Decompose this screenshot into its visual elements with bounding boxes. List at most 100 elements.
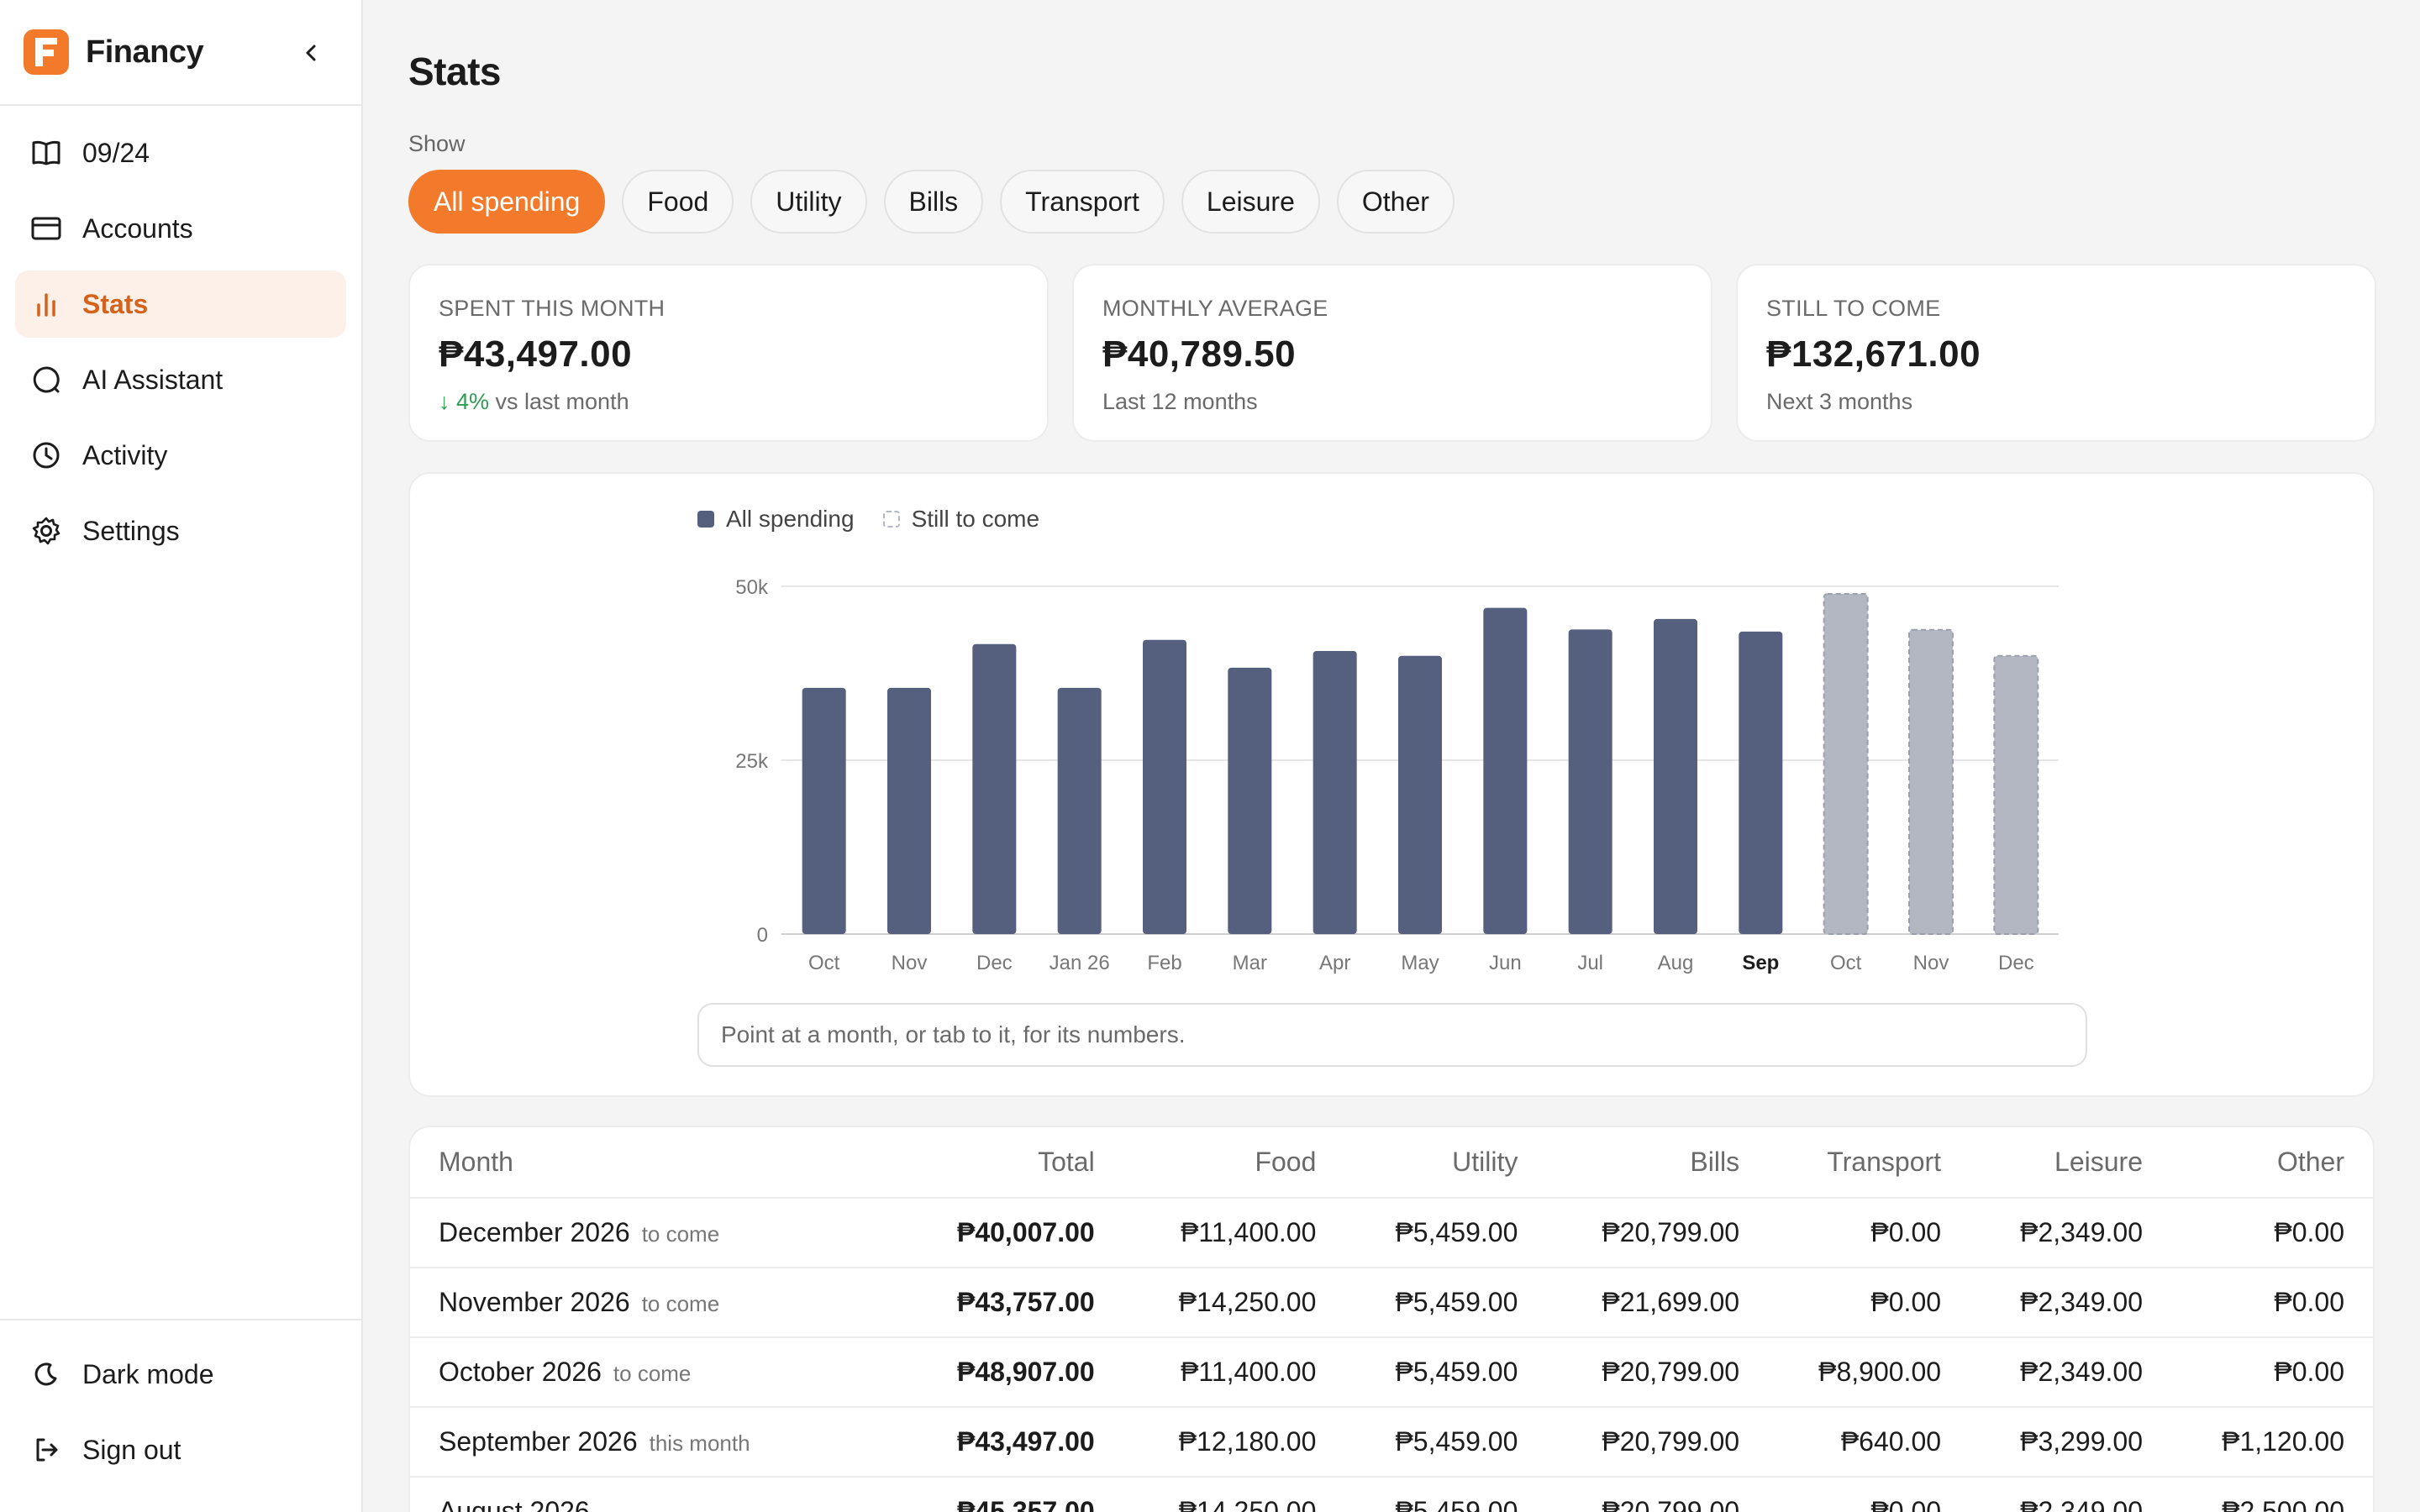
x-tick-label: Oct [1830, 952, 1862, 974]
column-header: Month [410, 1127, 902, 1199]
month-status-tag: to come [641, 1221, 720, 1247]
table-row[interactable]: December 2026 to come ₱40,007.00 ₱11,400.00… [410, 1198, 2373, 1268]
bar[interactable] [1228, 667, 1272, 934]
bar[interactable] [1568, 629, 1612, 934]
category-amount-cell: ₱0.00 [1768, 1198, 1970, 1268]
filter-chip-bills[interactable]: Bills [883, 170, 984, 234]
monthly-average-card: MONTHLY AVERAGE ₱40,789.50 Last 12 month… [1072, 264, 1712, 442]
sign-out-button[interactable]: Sign out [15, 1416, 346, 1483]
category-amount-cell: ₱20,799.00 [1546, 1407, 1769, 1478]
column-header: Transport [1768, 1127, 1970, 1199]
category-amount-cell: ₱11,400.00 [1123, 1198, 1345, 1268]
sign-out-icon [30, 1434, 62, 1466]
total-cell: ₱45,357.00 [901, 1477, 1123, 1512]
filter-chip-leisure[interactable]: Leisure [1181, 170, 1320, 234]
sidebar-item-stats[interactable]: Stats [15, 270, 346, 338]
gear-icon [30, 515, 62, 547]
category-amount-cell: ₱2,500.00 [2171, 1477, 2373, 1512]
delta-indicator: ↓ 4% [439, 389, 490, 414]
sidebar-item-period[interactable]: 09/24 [15, 119, 346, 186]
brand-header: Financy [0, 0, 361, 106]
y-tick-label: 50k [735, 576, 769, 599]
bar[interactable] [1398, 655, 1442, 934]
bar[interactable] [887, 687, 931, 934]
card-subtext: ↓ 4% vs last month [439, 389, 1018, 415]
bar-forecast[interactable] [1993, 654, 2039, 935]
month-cell: September 2026 this month [410, 1407, 902, 1478]
bar[interactable] [972, 643, 1017, 934]
category-amount-cell: ₱5,459.00 [1344, 1198, 1547, 1268]
total-cell: ₱43,757.00 [901, 1268, 1123, 1338]
bar[interactable] [1739, 631, 1783, 934]
sidebar-item-activity[interactable]: Activity [15, 422, 346, 489]
x-tick-label: Jun [1489, 952, 1522, 974]
x-tick-label: Feb [1147, 952, 1181, 974]
bar[interactable] [1654, 618, 1697, 934]
column-header: Leisure [1970, 1127, 2171, 1199]
bar[interactable] [1483, 607, 1528, 934]
collapse-sidebar-button[interactable] [296, 37, 328, 69]
filter-chip-other[interactable]: Other [1336, 170, 1455, 234]
category-amount-cell: ₱14,250.00 [1123, 1477, 1345, 1512]
x-tick-label: Dec [976, 952, 1013, 974]
total-cell: ₱48,907.00 [901, 1337, 1123, 1408]
app-logo-icon[interactable] [24, 29, 69, 75]
chat-icon [30, 364, 62, 396]
table-row[interactable]: August 2026 ₱45,357.00 ₱14,250.00 ₱5,459.00… [410, 1477, 2373, 1512]
spent-this-month-card: SPENT THIS MONTH ₱43,497.00 ↓ 4% vs last… [408, 264, 1049, 442]
table-body: December 2026 to come ₱40,007.00 ₱11,400.00… [410, 1198, 2373, 1512]
bar[interactable] [1143, 639, 1186, 934]
bar-forecast[interactable] [1823, 593, 1869, 935]
card-label: STILL TO COME [1766, 296, 1941, 321]
category-amount-cell: ₱5,459.00 [1344, 1407, 1547, 1478]
x-tick-label: Oct [808, 952, 840, 974]
filter-chip-transport[interactable]: Transport [1000, 170, 1165, 234]
table-header-row: Month Total Food Utility Bills Transport… [410, 1127, 2373, 1199]
moon-icon [30, 1358, 62, 1390]
app-name: Financy [86, 34, 204, 70]
spending-chart-card: All spending Still to come 0 25k 50k Oct Nov… [408, 472, 2375, 1097]
bar[interactable] [1313, 651, 1357, 934]
category-amount-cell: ₱0.00 [1768, 1477, 1970, 1512]
table-row[interactable]: November 2026 to come ₱43,757.00 ₱14,250.00… [410, 1268, 2373, 1338]
x-tick-label: Apr [1319, 952, 1350, 974]
month-status-tag: this month [649, 1431, 750, 1456]
filter-label: Show [408, 131, 466, 156]
dark-mode-toggle[interactable]: Dark mode [15, 1341, 346, 1408]
category-amount-cell: ₱20,799.00 [1546, 1477, 1769, 1512]
column-header: Total [901, 1127, 1123, 1199]
month-cell: October 2026 to come [410, 1337, 902, 1408]
sidebar-item-label: 09/24 [82, 137, 150, 168]
summary-cards: SPENT THIS MONTH ₱43,497.00 ↓ 4% vs last… [408, 264, 2376, 442]
sidebar-item-label: Settings [82, 515, 180, 546]
filter-chip-utility[interactable]: Utility [750, 170, 867, 234]
table-row[interactable]: September 2026 this month ₱43,497.00 ₱12,18… [410, 1407, 2373, 1478]
column-header: Food [1123, 1127, 1345, 1199]
month-label: December 2026 [439, 1217, 630, 1247]
category-amount-cell: ₱5,459.00 [1344, 1337, 1547, 1408]
bar[interactable] [802, 687, 846, 934]
month-cell: November 2026 to come [410, 1268, 902, 1338]
category-amount-cell: ₱1,120.00 [2171, 1407, 2373, 1478]
total-cell: ₱40,007.00 [901, 1198, 1123, 1268]
bar-forecast[interactable] [1908, 628, 1954, 935]
sidebar-item-settings[interactable]: Settings [15, 497, 346, 564]
sidebar-item-label: Sign out [82, 1434, 182, 1465]
month-label: September 2026 [439, 1426, 638, 1457]
card-icon [30, 213, 62, 244]
x-tick-label: Sep [1742, 952, 1779, 974]
filter-chip-food[interactable]: Food [622, 170, 734, 234]
month-label: November 2026 [439, 1287, 630, 1317]
table-row[interactable]: October 2026 to come ₱48,907.00 ₱11,400.00 ₱… [410, 1337, 2373, 1408]
bar[interactable] [1057, 687, 1102, 934]
category-amount-cell: ₱8,900.00 [1768, 1337, 1970, 1408]
sidebar-item-accounts[interactable]: Accounts [15, 195, 346, 262]
total-cell: ₱43,497.00 [901, 1407, 1123, 1478]
sidebar-item-label: Dark mode [82, 1358, 214, 1389]
sidebar-footer: Dark mode Sign out [0, 1319, 361, 1512]
sidebar-item-label: Activity [82, 439, 168, 470]
sidebar-item-ai-assistant[interactable]: AI Assistant [15, 346, 346, 413]
monthly-spending-bar-chart: 0 25k 50k Oct Nov Dec Jan 26 Feb Mar Apr May Jun Jul… [735, 576, 2059, 974]
filter-chip-all-spending[interactable]: All spending [408, 170, 606, 234]
chart-details-hint: Point at a month, or tab to it, for its … [697, 1003, 2087, 1067]
